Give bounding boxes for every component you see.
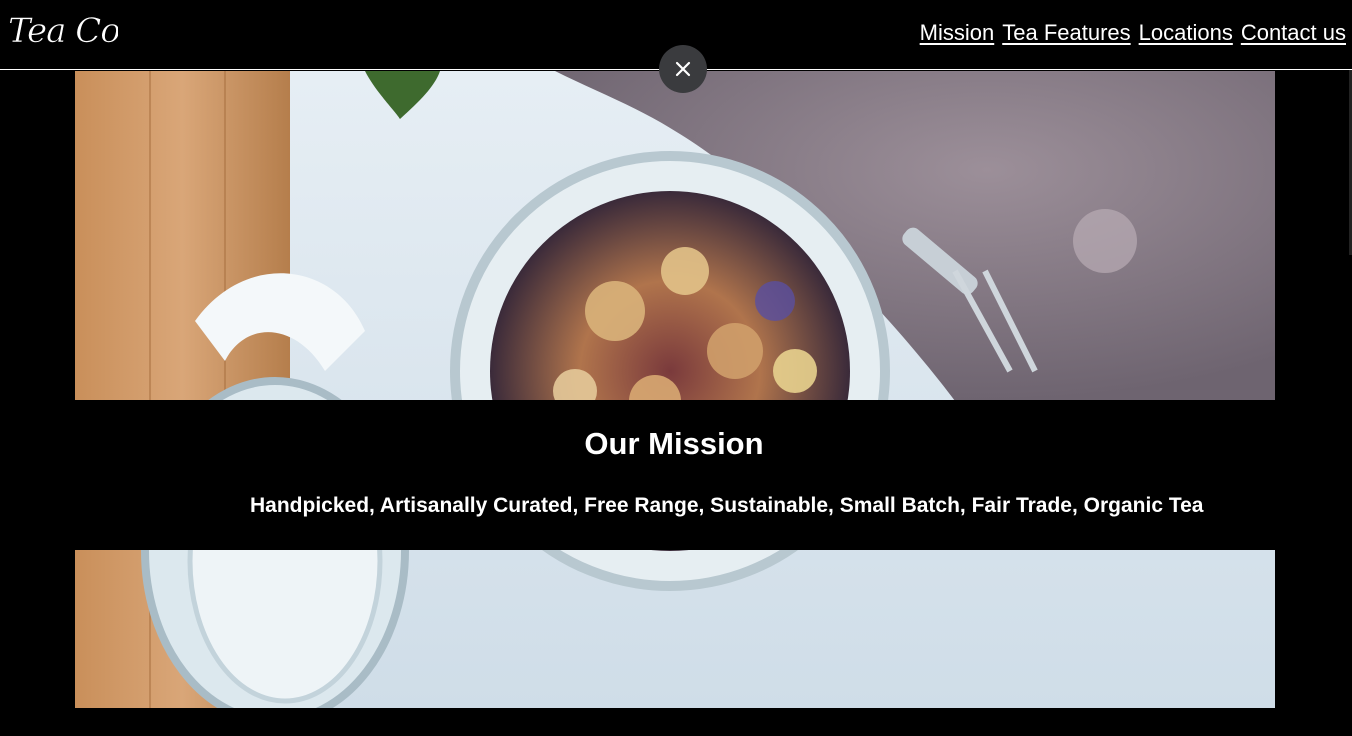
mission-title: Our Mission	[584, 426, 764, 461]
mission-section: Our Mission Handpicked, Artisanally Cura…	[75, 400, 1275, 550]
nav-link-tea-features[interactable]: Tea Features	[1002, 20, 1130, 46]
hero-image	[75, 71, 1275, 708]
mission-subtitle: Handpicked, Artisanally Curated, Free Ra…	[250, 494, 1204, 517]
tea-cozy-logo[interactable]: Tea Cozy	[6, 4, 118, 56]
nav-link-locations[interactable]: Locations	[1139, 20, 1233, 46]
nav-link-contact-us[interactable]: Contact us	[1241, 20, 1346, 46]
main-nav: Mission Tea Features Locations Contact u…	[920, 20, 1346, 46]
nav-link-mission[interactable]: Mission	[920, 20, 995, 46]
close-button[interactable]	[659, 45, 707, 93]
svg-text:Tea Cozy: Tea Cozy	[8, 11, 118, 51]
close-icon	[675, 61, 691, 77]
